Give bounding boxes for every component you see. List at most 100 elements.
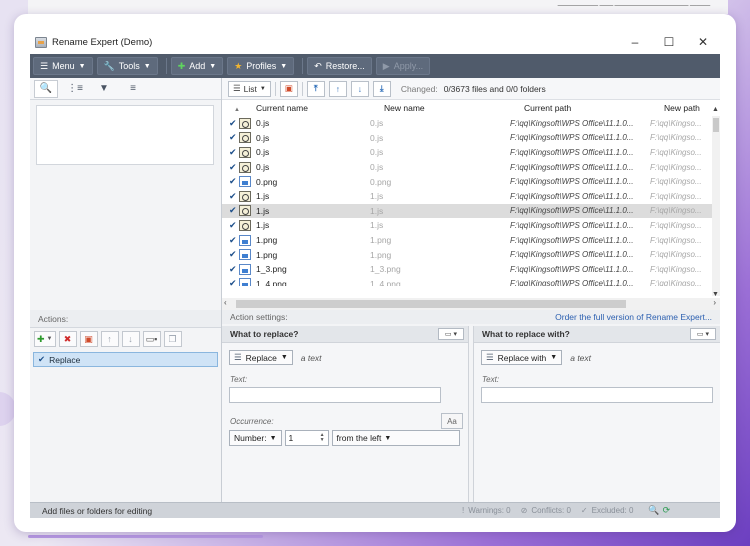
vertical-scrollbar[interactable]: ▲ ▼: [712, 106, 720, 298]
scroll-up-icon[interactable]: ▲: [712, 106, 719, 113]
table-row[interactable]: ✔ 1.js 1.js F:\qq\Kingsoft\WPS Office\11.1.…: [222, 218, 712, 233]
row-checkbox[interactable]: ✔: [222, 162, 237, 173]
add-action-button[interactable]: ✚ ▼: [34, 331, 56, 347]
table-row[interactable]: ✔ 0.js 0.js F:\qq\Kingsoft\WPS Office\11.1.…: [222, 145, 712, 160]
current-name-cell: 0.js: [256, 132, 270, 143]
conflicts-status[interactable]: ⊘ Conflicts: 0: [521, 506, 571, 515]
column-new-name[interactable]: New name: [384, 103, 524, 113]
refresh-icon[interactable]: ⟳: [663, 505, 671, 516]
column-current-name[interactable]: Current name: [252, 103, 384, 113]
horizontal-scroll-thumb[interactable]: [236, 300, 626, 308]
row-checkbox[interactable]: ✔: [222, 118, 237, 129]
table-row[interactable]: ✔ 1.png 1.png F:\qq\Kingsoft\WPS Office\11.…: [222, 233, 712, 248]
script-file-icon: [239, 205, 251, 217]
pane-options-button[interactable]: ▭ ▾: [690, 328, 716, 340]
action-settings-area: Action settings: Order the full version …: [222, 310, 720, 502]
table-row[interactable]: ✔ 1_3.png 1_3.png F:\qq\Kingsoft\WPS Office…: [222, 262, 712, 277]
table-row[interactable]: ✔ 1.js 1.js F:\qq\Kingsoft\WPS Office\11.1.…: [222, 203, 712, 219]
row-checkbox[interactable]: ✔: [222, 191, 237, 202]
match-case-button[interactable]: Aa: [441, 413, 463, 429]
play-icon: ▶: [382, 60, 390, 71]
arrow-down-icon: ↓: [128, 334, 133, 344]
scroll-down-icon[interactable]: ▼: [712, 291, 719, 298]
row-checkbox[interactable]: ✔: [222, 205, 237, 216]
minimize-button[interactable]: –: [618, 30, 652, 54]
order-full-version-link[interactable]: Order the full version of Rename Expert.…: [555, 312, 712, 322]
action-item-label: Replace: [49, 354, 81, 365]
tab-list[interactable]: ≡: [121, 80, 145, 98]
restore-button[interactable]: ↶ Restore...: [307, 57, 372, 75]
replace-with-text-input[interactable]: [481, 387, 713, 403]
replace-text-input[interactable]: [229, 387, 441, 403]
add-button[interactable]: ✚ Add ▼: [170, 57, 224, 75]
row-checkbox[interactable]: ✔: [222, 147, 237, 158]
warnings-status[interactable]: ! Warnings: 0: [462, 506, 511, 515]
file-list[interactable]: ✔ 0.js 0.js F:\qq\Kingsoft\WPS Office\11.1.…: [222, 116, 712, 286]
maximize-button[interactable]: ☐: [652, 30, 686, 54]
occurrence-direction-select[interactable]: from the left ▼: [331, 430, 460, 446]
row-checkbox[interactable]: ✔: [222, 235, 237, 246]
occurrence-type-select[interactable]: Number: ▼: [229, 430, 282, 446]
move-up-button[interactable]: ↑: [100, 331, 119, 347]
current-path-cell: F:\qq\Kingsoft\WPS Office\11.1.0...: [510, 118, 634, 128]
table-row[interactable]: ✔ 1.png 1.png F:\qq\Kingsoft\WPS Office\11.…: [222, 247, 712, 262]
row-checkbox[interactable]: ✔: [222, 249, 237, 260]
tab-filter[interactable]: ▼: [92, 80, 116, 98]
window-title: Rename Expert (Demo): [52, 36, 153, 48]
move-down-button[interactable]: ↓: [121, 331, 140, 347]
tools-button[interactable]: 🔧 Tools ▼: [96, 57, 158, 75]
profiles-button[interactable]: ★ Profiles ▼: [227, 57, 295, 75]
move-down-button[interactable]: ↓: [350, 80, 369, 97]
window-controls: – ☐ ✕: [618, 30, 720, 54]
move-bottom-button[interactable]: ⤓: [372, 80, 391, 97]
check-icon[interactable]: ✔: [38, 354, 45, 365]
table-row[interactable]: ✔ 1_4.png 1_4.png F:\qq\Kingsoft\WPS Office…: [222, 277, 712, 286]
clear-list-button[interactable]: ▣: [279, 80, 298, 97]
move-up-button[interactable]: ↑: [328, 80, 347, 97]
copy-action-button[interactable]: ❐: [163, 331, 182, 347]
replace-with-mode-select[interactable]: ☰ Replace with ▼: [481, 350, 563, 365]
move-top-button[interactable]: ⤒: [306, 80, 325, 97]
menu-button[interactable]: ☰ Menu ▼: [33, 57, 93, 75]
table-row[interactable]: ✔ 1.js 1.js F:\qq\Kingsoft\WPS Office\11.1.…: [222, 189, 712, 204]
spinner-icon[interactable]: ▲ ▼: [320, 433, 325, 443]
vertical-scroll-thumb[interactable]: [713, 118, 719, 132]
clear-actions-button[interactable]: ▣: [79, 331, 98, 347]
search-icon[interactable]: 🔍: [648, 505, 659, 516]
sort-up-icon: ▲: [234, 107, 240, 113]
table-row[interactable]: ✔ 0.png 0.png F:\qq\Kingsoft\WPS Office\11.…: [222, 174, 712, 189]
excluded-status[interactable]: ✓ Excluded: 0: [581, 506, 634, 515]
replace-mode-select[interactable]: ☰ Replace ▼: [229, 350, 293, 365]
tab-tree[interactable]: ⋮≡: [63, 80, 87, 98]
horizontal-scrollbar[interactable]: ‹ ›: [222, 298, 720, 310]
row-checkbox[interactable]: ✔: [222, 264, 237, 275]
new-path-cell: F:\qq\Kingso...: [650, 206, 702, 216]
filter-tabs: 🔍 ⋮≡ ▼ ≡: [30, 78, 221, 100]
pane-options-button[interactable]: ▭ ▾: [438, 328, 464, 340]
row-checkbox[interactable]: ✔: [222, 132, 237, 143]
what-to-replace-title: What to replace?: [230, 329, 299, 339]
search-results-box[interactable]: [36, 105, 214, 165]
row-checkbox[interactable]: ✔: [222, 176, 237, 187]
new-path-cell: F:\qq\Kingso...: [650, 264, 702, 274]
arrow-bottom-icon: ⤓: [379, 83, 384, 93]
table-row[interactable]: ✔ 0.js 0.js F:\qq\Kingsoft\WPS Office\11.1.…: [222, 116, 712, 131]
close-button[interactable]: ✕: [686, 30, 720, 54]
row-checkbox[interactable]: ✔: [222, 278, 237, 286]
row-checkbox[interactable]: ✔: [222, 220, 237, 231]
scroll-left-icon[interactable]: ‹: [224, 298, 227, 307]
apply-button[interactable]: ▶ Apply...: [375, 57, 431, 75]
toggle-action-button[interactable]: ▭▪: [142, 331, 161, 347]
tab-search[interactable]: 🔍: [34, 79, 58, 98]
view-select[interactable]: ☰ List ▼: [228, 80, 271, 97]
new-path-cell: F:\qq\Kingso...: [650, 250, 702, 260]
action-item-replace[interactable]: ✔ Replace: [33, 352, 218, 367]
table-row[interactable]: ✔ 0.js 0.js F:\qq\Kingsoft\WPS Office\11.1.…: [222, 131, 712, 146]
table-row[interactable]: ✔ 0.js 0.js F:\qq\Kingsoft\WPS Office\11.1.…: [222, 160, 712, 175]
occurrence-number-stepper[interactable]: 1 ▲ ▼: [284, 430, 329, 446]
delete-action-button[interactable]: ✖: [58, 331, 77, 347]
scroll-right-icon[interactable]: ›: [713, 298, 716, 307]
current-path-cell: F:\qq\Kingsoft\WPS Office\11.1.0...: [510, 250, 634, 260]
restore-button-label: Restore...: [325, 61, 365, 71]
column-current-path[interactable]: Current path: [524, 103, 664, 113]
